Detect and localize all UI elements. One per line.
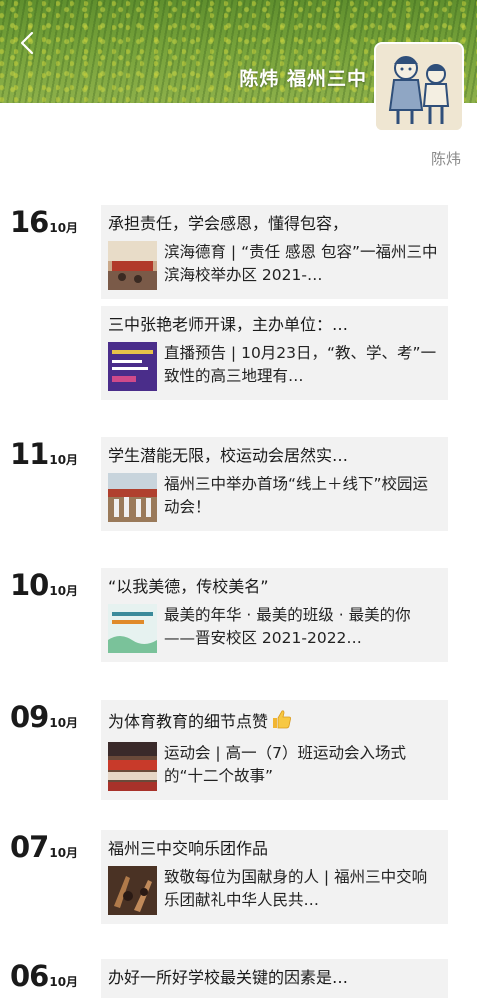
post-card[interactable]: 三中张艳老师开课，主办单位：… 直播预告 | 10月23日，“教、学、考”一致性… xyxy=(101,306,448,400)
post-thumbnail xyxy=(108,742,157,791)
date-month: 10月 xyxy=(49,221,79,235)
date-label: 06 10月 xyxy=(10,959,79,993)
date-month: 10月 xyxy=(49,846,79,860)
chevron-left-icon xyxy=(20,31,34,55)
post-title: 滨海德育 | “责任 感恩 包容”一福州三中滨海校举办区 2021-… xyxy=(164,243,438,284)
date-day: 07 xyxy=(10,830,49,864)
post-lead: 办好一所好学校最关键的因素是… xyxy=(108,968,349,987)
avatar[interactable] xyxy=(376,44,462,130)
post-thumbnail xyxy=(108,342,157,391)
post-lead: 福州三中交响乐团作品 xyxy=(108,839,269,858)
date-day: 09 xyxy=(10,700,49,734)
date-month: 10月 xyxy=(49,584,79,598)
date-label: 16 10月 xyxy=(10,205,79,239)
post-lead: “以我美德，传校美名” xyxy=(108,577,269,596)
date-day: 16 xyxy=(10,205,49,239)
post-card[interactable]: “以我美德，传校美名” 最美的年华 · 最美的班级 · 最美的你——晋安校区 2… xyxy=(101,568,448,662)
post-card[interactable]: 福州三中交响乐团作品 致敬每位为国献身的人 | 福州三中交响乐团献礼中华人民共… xyxy=(101,830,448,924)
post-title: 运动会 | 高一（7）班运动会入场式的“十二个故事” xyxy=(164,744,406,785)
post-lead: 为体育教育的细节点赞 xyxy=(108,708,441,736)
date-label: 07 10月 xyxy=(10,830,79,864)
post-title: 福州三中举办首场“线上＋线下”校园运动会！ xyxy=(164,475,429,516)
post-lead: 学生潜能无限，校运动会居然实… xyxy=(108,446,349,465)
date-label: 11 10月 xyxy=(10,437,79,471)
post-thumbnail xyxy=(108,604,157,653)
post-lead: 承担责任，学会感恩，懂得包容， xyxy=(108,214,349,233)
post-card[interactable]: 办好一所好学校最关键的因素是… xyxy=(101,959,448,998)
date-month: 10月 xyxy=(49,453,79,467)
post-thumbnail xyxy=(108,473,157,522)
date-label: 09 10月 xyxy=(10,700,79,734)
thumbs-up-icon xyxy=(271,708,293,736)
post-card[interactable]: 承担责任，学会感恩，懂得包容， 滨海德育 | “责任 感恩 包容”一福州三中滨海… xyxy=(101,205,448,299)
post-lead-text: 为体育教育的细节点赞 xyxy=(108,712,269,731)
post-card[interactable]: 学生潜能无限，校运动会居然实… 福州三中举办首场“线上＋线下”校园运动会！ xyxy=(101,437,448,531)
post-title: 直播预告 | 10月23日，“教、学、考”一致性的高三地理有… xyxy=(164,344,437,385)
post-card[interactable]: 为体育教育的细节点赞 运动会 | 高一（7）班运动会入场式的“十二个故事” xyxy=(101,700,448,800)
date-month: 10月 xyxy=(49,716,79,730)
date-label: 10 10月 xyxy=(10,568,79,602)
date-month: 10月 xyxy=(49,975,79,989)
post-title: 最美的年华 · 最美的班级 · 最美的你——晋安校区 2021-2022… xyxy=(164,606,411,647)
back-button[interactable] xyxy=(14,28,40,58)
date-day: 10 xyxy=(10,568,49,602)
post-title: 致敬每位为国献身的人 | 福州三中交响乐团献礼中华人民共… xyxy=(164,868,428,909)
post-thumbnail xyxy=(108,866,157,915)
post-lead: 三中张艳老师开课，主办单位：… xyxy=(108,315,349,334)
profile-signature: 陈炜 xyxy=(430,150,461,168)
date-day: 11 xyxy=(10,437,49,471)
profile-name: 陈炜 福州三中 xyxy=(239,68,367,90)
post-thumbnail xyxy=(108,241,157,290)
